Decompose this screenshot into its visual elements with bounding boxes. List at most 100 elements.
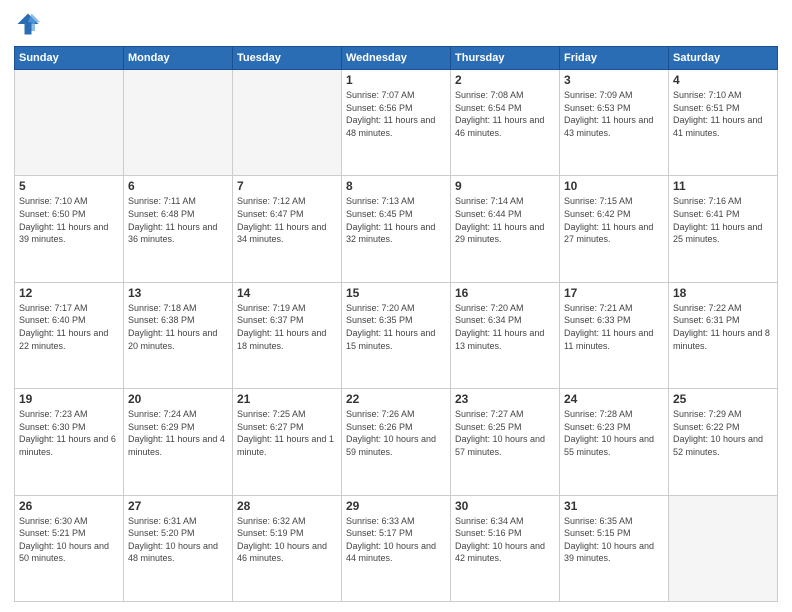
day-info: Sunrise: 7:25 AM Sunset: 6:27 PM Dayligh… [237,408,337,458]
day-info: Sunrise: 6:33 AM Sunset: 5:17 PM Dayligh… [346,515,446,565]
calendar-cell [669,495,778,601]
day-info: Sunrise: 6:30 AM Sunset: 5:21 PM Dayligh… [19,515,119,565]
logo-icon [14,10,42,38]
calendar-cell: 1Sunrise: 7:07 AM Sunset: 6:56 PM Daylig… [342,70,451,176]
day-info: Sunrise: 7:12 AM Sunset: 6:47 PM Dayligh… [237,195,337,245]
day-number: 21 [237,392,337,406]
calendar-cell: 19 Sunrise: 7:23 AM Sunset: 6:30 PM Dayli… [15,389,124,495]
day-number: 31 [564,499,664,513]
day-info: Sunrise: 6:35 AM Sunset: 5:15 PM Dayligh… [564,515,664,565]
calendar-cell: 29 Sunrise: 6:33 AM Sunset: 5:17 PM Dayli… [342,495,451,601]
calendar-cell: 5 Sunrise: 7:10 AM Sunset: 6:50 PM Daylig… [15,176,124,282]
calendar-day-header: Monday [124,47,233,70]
day-info: Sunrise: 7:15 AM Sunset: 6:42 PM Dayligh… [564,195,664,245]
day-number: 3 [564,73,664,87]
day-info: Sunrise: 6:34 AM Sunset: 5:16 PM Dayligh… [455,515,555,565]
day-info: Sunrise: 7:14 AM Sunset: 6:44 PM Dayligh… [455,195,555,245]
day-number: 8 [346,179,446,193]
day-number: 9 [455,179,555,193]
day-info: Sunrise: 7:22 AM Sunset: 6:31 PM Dayligh… [673,302,773,352]
day-info: Sunrise: 6:32 AM Sunset: 5:19 PM Dayligh… [237,515,337,565]
day-number: 24 [564,392,664,406]
day-info: Sunrise: 7:07 AM Sunset: 6:56 PM Dayligh… [346,89,446,139]
calendar-cell: 12Sunrise: 7:17 AM Sunset: 6:40 PM Dayli… [15,282,124,388]
calendar-day-header: Thursday [451,47,560,70]
day-number: 5 [19,179,119,193]
day-number: 18 [673,286,773,300]
day-info: Sunrise: 7:10 AM Sunset: 6:51 PM Dayligh… [673,89,773,139]
calendar-cell [15,70,124,176]
day-number: 2 [455,73,555,87]
day-number: 26 [19,499,119,513]
day-number: 7 [237,179,337,193]
calendar-cell: 25 Sunrise: 7:29 AM Sunset: 6:22 PM Dayli… [669,389,778,495]
calendar-cell: 27 Sunrise: 6:31 AM Sunset: 5:20 PM Dayli… [124,495,233,601]
day-info: Sunrise: 7:18 AM Sunset: 6:38 PM Dayligh… [128,302,228,352]
calendar-cell: 9 Sunrise: 7:14 AM Sunset: 6:44 PM Daylig… [451,176,560,282]
calendar-header-row: SundayMondayTuesdayWednesdayThursdayFrid… [15,47,778,70]
day-info: Sunrise: 7:19 AM Sunset: 6:37 PM Dayligh… [237,302,337,352]
calendar-cell: 20Sunrise: 7:24 AM Sunset: 6:29 PM Dayli… [124,389,233,495]
calendar-cell: 17Sunrise: 7:21 AM Sunset: 6:33 PM Dayli… [560,282,669,388]
calendar-cell: 15 Sunrise: 7:20 AM Sunset: 6:35 PM Dayli… [342,282,451,388]
calendar-day-header: Wednesday [342,47,451,70]
calendar-day-header: Sunday [15,47,124,70]
calendar-cell: 4Sunrise: 7:10 AM Sunset: 6:51 PM Daylig… [669,70,778,176]
day-info: Sunrise: 7:20 AM Sunset: 6:35 PM Dayligh… [346,302,446,352]
day-info: Sunrise: 7:09 AM Sunset: 6:53 PM Dayligh… [564,89,664,139]
calendar-cell [233,70,342,176]
day-info: Sunrise: 7:17 AM Sunset: 6:40 PM Dayligh… [19,302,119,352]
calendar-day-header: Tuesday [233,47,342,70]
day-number: 28 [237,499,337,513]
calendar-cell: 3 Sunrise: 7:09 AM Sunset: 6:53 PM Daylig… [560,70,669,176]
day-info: Sunrise: 7:29 AM Sunset: 6:22 PM Dayligh… [673,408,773,458]
day-number: 29 [346,499,446,513]
day-info: Sunrise: 7:16 AM Sunset: 6:41 PM Dayligh… [673,195,773,245]
day-number: 27 [128,499,228,513]
calendar-day-header: Friday [560,47,669,70]
day-number: 19 [19,392,119,406]
calendar-cell: 2 Sunrise: 7:08 AM Sunset: 6:54 PM Daylig… [451,70,560,176]
day-number: 22 [346,392,446,406]
calendar-cell: 10Sunrise: 7:15 AM Sunset: 6:42 PM Dayli… [560,176,669,282]
day-number: 23 [455,392,555,406]
day-info: Sunrise: 7:26 AM Sunset: 6:26 PM Dayligh… [346,408,446,458]
day-number: 16 [455,286,555,300]
day-number: 11 [673,179,773,193]
header [14,10,778,38]
calendar-cell: 13 Sunrise: 7:18 AM Sunset: 6:38 PM Dayli… [124,282,233,388]
calendar-cell: 30Sunrise: 6:34 AM Sunset: 5:16 PM Dayli… [451,495,560,601]
day-info: Sunrise: 7:10 AM Sunset: 6:50 PM Dayligh… [19,195,119,245]
calendar-cell: 23 Sunrise: 7:27 AM Sunset: 6:25 PM Dayli… [451,389,560,495]
day-number: 6 [128,179,228,193]
calendar-cell: 14 Sunrise: 7:19 AM Sunset: 6:37 PM Dayli… [233,282,342,388]
day-info: Sunrise: 7:27 AM Sunset: 6:25 PM Dayligh… [455,408,555,458]
calendar-cell: 31 Sunrise: 6:35 AM Sunset: 5:15 PM Dayli… [560,495,669,601]
logo [14,10,46,38]
day-info: Sunrise: 7:23 AM Sunset: 6:30 PM Dayligh… [19,408,119,458]
calendar-cell: 24Sunrise: 7:28 AM Sunset: 6:23 PM Dayli… [560,389,669,495]
day-info: Sunrise: 7:13 AM Sunset: 6:45 PM Dayligh… [346,195,446,245]
day-info: Sunrise: 6:31 AM Sunset: 5:20 PM Dayligh… [128,515,228,565]
calendar-cell: 7 Sunrise: 7:12 AM Sunset: 6:47 PM Daylig… [233,176,342,282]
calendar-week-row: 19 Sunrise: 7:23 AM Sunset: 6:30 PM Dayli… [15,389,778,495]
day-number: 25 [673,392,773,406]
calendar-cell: 18 Sunrise: 7:22 AM Sunset: 6:31 PM Dayli… [669,282,778,388]
calendar-week-row: 5 Sunrise: 7:10 AM Sunset: 6:50 PM Daylig… [15,176,778,282]
calendar-week-row: 1Sunrise: 7:07 AM Sunset: 6:56 PM Daylig… [15,70,778,176]
calendar-day-header: Saturday [669,47,778,70]
calendar-cell: 8 Sunrise: 7:13 AM Sunset: 6:45 PM Daylig… [342,176,451,282]
calendar-cell: 21 Sunrise: 7:25 AM Sunset: 6:27 PM Dayli… [233,389,342,495]
day-number: 13 [128,286,228,300]
calendar-cell: 28 Sunrise: 6:32 AM Sunset: 5:19 PM Dayli… [233,495,342,601]
day-info: Sunrise: 7:08 AM Sunset: 6:54 PM Dayligh… [455,89,555,139]
day-number: 15 [346,286,446,300]
calendar-table: SundayMondayTuesdayWednesdayThursdayFrid… [14,46,778,602]
calendar-cell: 11 Sunrise: 7:16 AM Sunset: 6:41 PM Dayli… [669,176,778,282]
page-container: SundayMondayTuesdayWednesdayThursdayFrid… [0,0,792,612]
calendar-week-row: 26 Sunrise: 6:30 AM Sunset: 5:21 PM Dayli… [15,495,778,601]
day-info: Sunrise: 7:11 AM Sunset: 6:48 PM Dayligh… [128,195,228,245]
day-number: 14 [237,286,337,300]
calendar-week-row: 12Sunrise: 7:17 AM Sunset: 6:40 PM Dayli… [15,282,778,388]
calendar-cell: 26 Sunrise: 6:30 AM Sunset: 5:21 PM Dayli… [15,495,124,601]
